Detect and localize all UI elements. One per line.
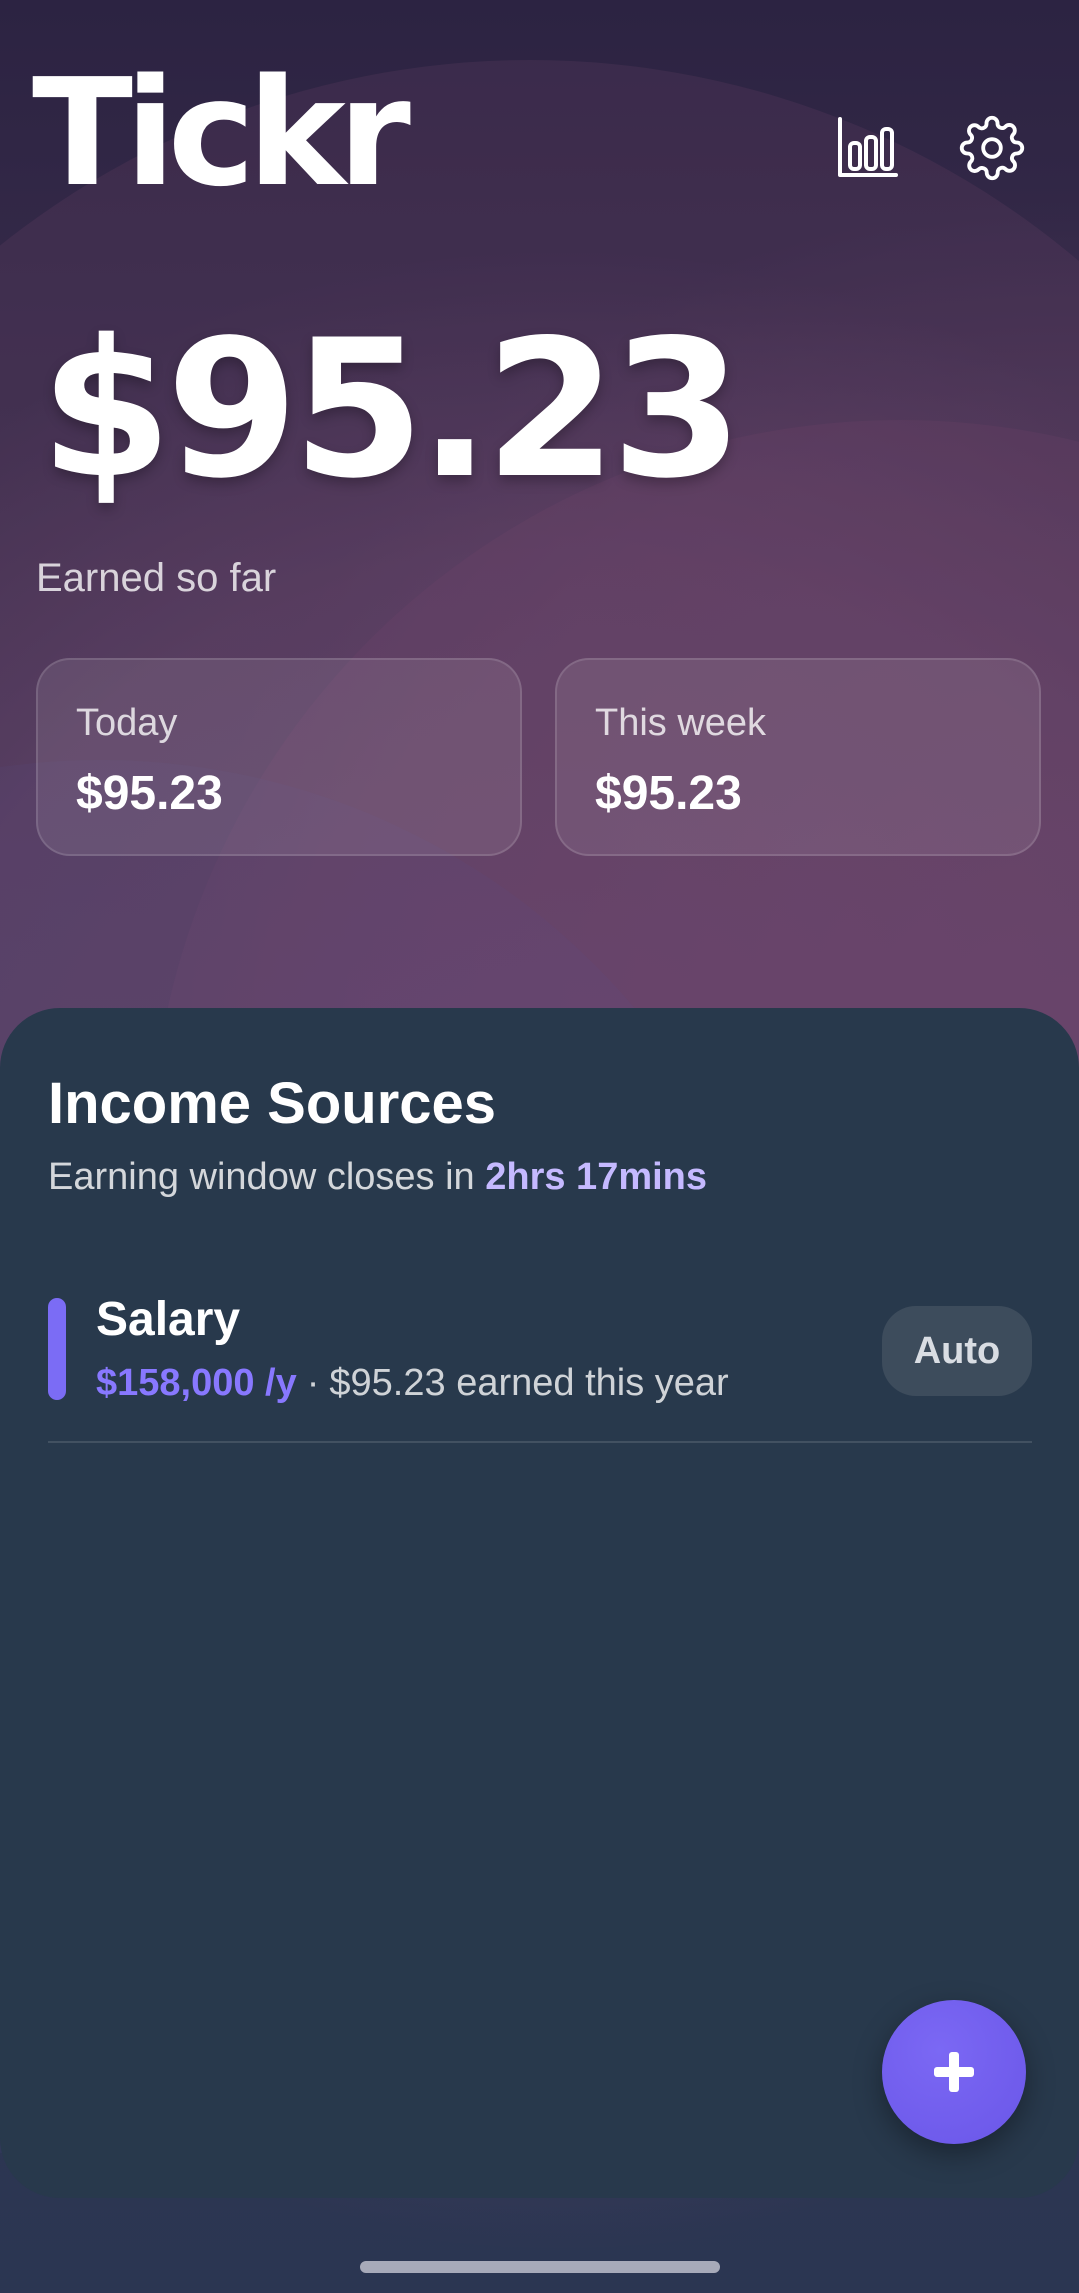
income-source-row-salary[interactable]: Salary $158,000 /y · $95.23 earned this ye… bbox=[48, 1284, 1032, 1444]
settings-button[interactable] bbox=[952, 108, 1032, 188]
auto-badge[interactable]: Auto bbox=[882, 1306, 1032, 1396]
this-week-label: This week bbox=[595, 702, 767, 744]
today-label: Today bbox=[76, 702, 178, 744]
plus-icon bbox=[934, 2052, 974, 2092]
statistics-button[interactable] bbox=[827, 108, 907, 188]
earning-window-time: 2hrs 17mins bbox=[485, 1156, 708, 1198]
row-divider bbox=[48, 1441, 1032, 1443]
income-sources-title: Income Sources bbox=[48, 1071, 497, 1136]
total-earned-label: Earned so far bbox=[36, 556, 277, 600]
gear-icon bbox=[959, 115, 1025, 181]
earning-window-text: Earning window closes in 2hrs 17mins bbox=[48, 1156, 707, 1199]
bar-chart-icon bbox=[838, 117, 898, 177]
total-earned-amount: $95.23 bbox=[40, 299, 743, 520]
app-header: Tickr bbox=[0, 0, 1079, 220]
this-week-card: This week $95.23 bbox=[555, 658, 1041, 856]
earning-window-prefix: Earning window closes in bbox=[48, 1156, 486, 1198]
income-source-details: $158,000 /y · $95.23 earned this year bbox=[96, 1362, 729, 1405]
home-indicator[interactable] bbox=[360, 2261, 720, 2273]
separator-dot: · bbox=[306, 1362, 320, 1404]
income-source-name: Salary bbox=[96, 1293, 241, 1346]
app-logo: Tickr bbox=[32, 47, 411, 219]
income-earned-text: $95.23 earned this year bbox=[329, 1362, 729, 1404]
income-accent-bar bbox=[48, 1298, 66, 1400]
income-rate: $158,000 /y bbox=[96, 1362, 297, 1404]
today-value: $95.23 bbox=[76, 767, 223, 820]
add-income-button[interactable] bbox=[882, 2000, 1026, 2144]
this-week-value: $95.23 bbox=[595, 767, 742, 820]
today-card: Today $95.23 bbox=[36, 658, 522, 856]
